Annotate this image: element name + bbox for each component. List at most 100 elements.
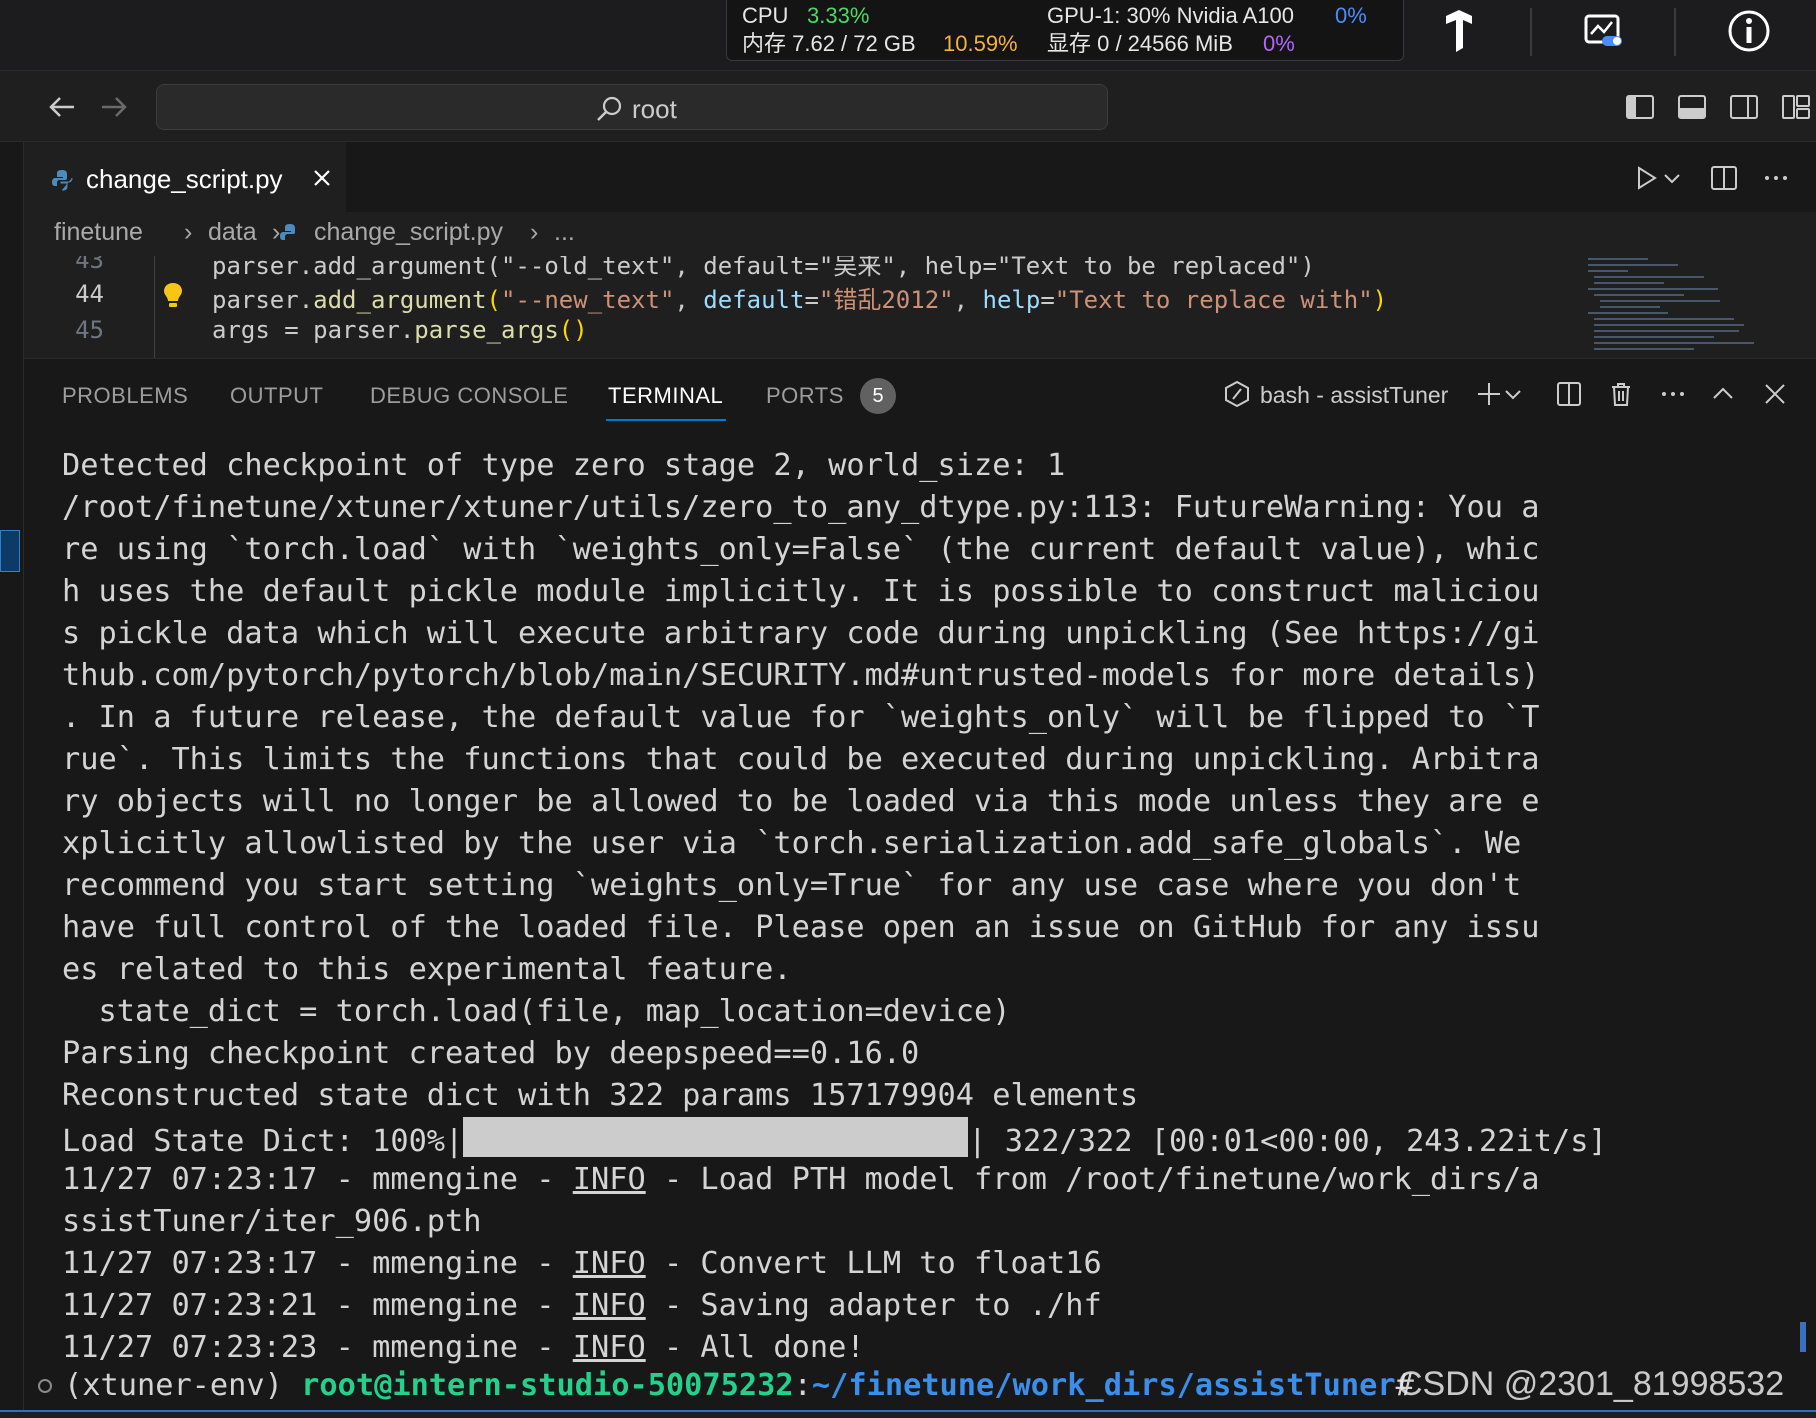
activity-strip: [0, 142, 24, 1418]
trash-icon[interactable]: [1606, 379, 1636, 409]
breadcrumb-data[interactable]: data: [208, 218, 257, 247]
terminal-line: xplicitly allowlisted by the user via `t…: [62, 826, 1522, 861]
tab-change-script[interactable]: change_script.py: [24, 142, 346, 212]
cpu-value: 3.33%: [807, 3, 870, 28]
tensorflow-icon[interactable]: [1436, 8, 1482, 54]
vram-value: 0%: [1263, 31, 1295, 56]
chevron-right-icon: ›: [184, 218, 193, 246]
add-terminal-icon[interactable]: [1474, 379, 1504, 409]
mem-label: 内存 7.62 / 72 GB: [742, 31, 916, 56]
customize-layout-icon[interactable]: [1780, 91, 1812, 123]
editor-tabs: change_script.py: [24, 142, 1816, 212]
chevron-right-icon: ›: [530, 218, 539, 246]
info-icon[interactable]: [1726, 8, 1772, 54]
separator: [1674, 8, 1676, 56]
split-terminal-icon[interactable]: [1554, 379, 1584, 409]
terminal-line: es related to this experimental feature.: [62, 952, 792, 987]
tab-problems[interactable]: PROBLEMS: [62, 383, 188, 409]
tab-ports[interactable]: PORTS: [766, 383, 844, 409]
lightbulb-icon[interactable]: [160, 280, 186, 310]
more-actions-icon[interactable]: [1658, 379, 1688, 409]
forward-arrow-icon[interactable]: [96, 89, 132, 125]
breadcrumb-symbols[interactable]: ...: [554, 218, 575, 247]
tab-debug-console[interactable]: DEBUG CONSOLE: [370, 383, 568, 409]
scrollbar-thumb[interactable]: [1800, 1322, 1806, 1352]
watermark: CSDN @2301_81998532: [1398, 1365, 1785, 1403]
command-status-icon: [38, 1379, 52, 1393]
terminal-line: ry objects will no longer be allowed to …: [62, 784, 1540, 819]
close-icon[interactable]: [310, 166, 334, 190]
toggle-panel-icon[interactable]: [1676, 91, 1708, 123]
code-line-43[interactable]: parser.add_argument("--old_text", defaul…: [212, 256, 1315, 281]
python-file-icon: [280, 224, 295, 240]
tab-terminal[interactable]: TERMINAL: [608, 383, 723, 409]
command-center-search[interactable]: root: [156, 84, 1108, 130]
log-line: 11/27 07:23:23 - mmengine - INFO - All d…: [62, 1330, 865, 1365]
terminal-line: Reconstructed state dict with 322 params…: [62, 1078, 1139, 1113]
code-editor[interactable]: 43 parser.add_argument("--old_text", def…: [24, 256, 1816, 358]
breadcrumb-file[interactable]: change_script.py: [314, 218, 503, 247]
breadcrumb-finetune[interactable]: finetune: [54, 218, 143, 247]
active-indicator: [0, 530, 20, 572]
terminal-name[interactable]: bash - assistTuner: [1260, 382, 1448, 409]
tab-output[interactable]: OUTPUT: [230, 383, 323, 409]
tab-label: change_script.py: [86, 164, 283, 194]
terminal-line: have full control of the loaded file. Pl…: [62, 910, 1540, 945]
log-line: 11/27 07:23:21 - mmengine - INFO - Savin…: [62, 1288, 1102, 1323]
terminal-profile-icon: [1225, 380, 1249, 408]
maximize-panel-icon[interactable]: [1708, 379, 1738, 409]
log-line: 11/27 07:23:17 - mmengine - INFO - Conve…: [62, 1246, 1102, 1281]
active-tab-indicator: [606, 419, 726, 421]
toggle-primary-sidebar-icon[interactable]: [1624, 91, 1656, 123]
status-bar-edge: [0, 1410, 1816, 1418]
progress-line: Load State Dict: 100%| | 322/322 [00:01<0…: [62, 1117, 1788, 1159]
line-number: 44: [75, 280, 104, 308]
gpu-label: GPU-1: 30% Nvidia A100: [1047, 3, 1295, 28]
shell-prompt[interactable]: (xtuner-env) root@intern-studio-50075232…: [38, 1365, 1414, 1407]
indent-guide: [154, 256, 155, 358]
log-line: 11/27 07:23:17 - mmengine - INFO - Load …: [62, 1162, 1540, 1197]
command-center-label: root: [632, 94, 677, 124]
terminal-line: . In a future release, the default value…: [62, 700, 1540, 735]
terminal-line: Detected checkpoint of type zero stage 2…: [62, 448, 1066, 483]
back-arrow-icon[interactable]: [44, 89, 80, 125]
terminal-line: h uses the default pickle module implici…: [62, 574, 1540, 609]
terminal-line: thub.com/pytorch/pytorch/blob/main/SECUR…: [62, 658, 1540, 693]
progress-bar: [463, 1117, 969, 1157]
ports-count-badge: 5: [860, 378, 896, 414]
chevron-down-icon[interactable]: [1502, 379, 1524, 409]
terminal-line: ssistTuner/iter_906.pth: [62, 1204, 482, 1239]
gpu-value: 0%: [1335, 3, 1367, 28]
resource-monitor: CPU 3.33% 内存 7.62 / 72 GB 10.59% GPU-1: …: [726, 0, 1404, 61]
python-file-icon: [52, 170, 73, 191]
terminal-output[interactable]: Detected checkpoint of type zero stage 2…: [62, 445, 1788, 1369]
code-line-45[interactable]: args = parser.parse_args(): [212, 316, 588, 344]
split-editor-icon[interactable]: [1708, 162, 1740, 194]
panel: PROBLEMS OUTPUT DEBUG CONSOLE TERMINAL P…: [24, 358, 1816, 1418]
terminal-line: re using `torch.load` with `weights_only…: [62, 532, 1540, 567]
separator: [1530, 8, 1532, 56]
terminal-line: s pickle data which will execute arbitra…: [62, 616, 1540, 651]
terminal-line: /root/finetune/xtuner/xtuner/utils/zero_…: [62, 490, 1540, 525]
toggle-secondary-sidebar-icon[interactable]: [1728, 91, 1760, 123]
chevron-down-icon[interactable]: [1660, 162, 1684, 194]
terminal-line: state_dict = torch.load(file, map_locati…: [62, 994, 1011, 1029]
minimap[interactable]: [1584, 256, 1806, 358]
monitor-toggle-icon[interactable]: [1580, 8, 1626, 54]
terminal-line: recommend you start setting `weights_onl…: [62, 868, 1522, 903]
title-bar: root: [0, 70, 1816, 142]
cpu-label: CPU: [742, 3, 789, 28]
run-python-icon[interactable]: [1630, 162, 1662, 194]
system-bar: CPU 3.33% 内存 7.62 / 72 GB 10.59% GPU-1: …: [0, 0, 1816, 70]
code-line-44[interactable]: parser.add_argument("--new_text", defaul…: [212, 280, 1387, 315]
vram-label: 显存 0 / 24566 MiB: [1047, 31, 1233, 56]
mem-value: 10.59%: [943, 31, 1018, 56]
line-number: 45: [75, 316, 104, 344]
terminal-line: Parsing checkpoint created by deepspeed=…: [62, 1036, 920, 1071]
breadcrumb: finetune › data › change_script.py › ...: [24, 212, 1816, 256]
line-number: 43: [75, 256, 104, 274]
terminal-line: rue`. This limits the functions that cou…: [62, 742, 1540, 777]
more-actions-icon[interactable]: [1760, 162, 1792, 194]
search-icon: [597, 96, 622, 121]
close-panel-icon[interactable]: [1760, 379, 1790, 409]
